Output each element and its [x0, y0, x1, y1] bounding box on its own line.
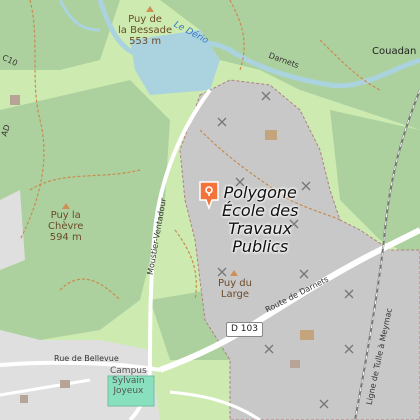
poi-title-line: Polygone [223, 183, 297, 202]
road-shield-d103: D 103 [226, 322, 263, 337]
campus-label: Campus Sylvain Joyeux [110, 366, 147, 396]
peak-elevation: 594 m [49, 232, 82, 243]
peak-name: Puy de [128, 14, 162, 25]
building [290, 360, 300, 368]
poi-title-line: École des [222, 201, 299, 220]
poi-title-line: Publics [232, 237, 289, 256]
campus-line: Campus [110, 366, 147, 376]
building [10, 95, 20, 105]
map-canvas[interactable]: Polygone École des Travaux Publics Puy d… [0, 0, 420, 420]
street-label-bellevue: Rue de Bellevue [54, 354, 119, 363]
peak-elevation: 553 m [129, 36, 162, 47]
poi-title-line: Travaux [228, 219, 293, 238]
peak-label-chevre: Puy la Chèvre 594 m [48, 210, 83, 243]
map-pin-icon [199, 181, 219, 210]
campus-line: Sylvain [112, 376, 145, 386]
peak-name: Large [220, 289, 250, 300]
building [300, 330, 314, 340]
building [265, 130, 277, 140]
poi-marker[interactable] [198, 180, 220, 210]
peak-name: la Bessade [118, 25, 173, 36]
peak-label-large: Puy du Large [218, 278, 252, 300]
place-label-couadan: Couadan [372, 46, 417, 57]
peak-label-bessade: Puy de la Bessade 553 m [118, 14, 172, 47]
poi-title[interactable]: Polygone École des Travaux Publics [222, 184, 298, 256]
peak-name: Puy la [50, 210, 81, 221]
building [60, 380, 70, 388]
peak-name: Puy du [218, 278, 252, 289]
campus-line: Joyeux [113, 386, 144, 396]
building [20, 395, 28, 403]
peak-name: Chèvre [48, 221, 84, 232]
